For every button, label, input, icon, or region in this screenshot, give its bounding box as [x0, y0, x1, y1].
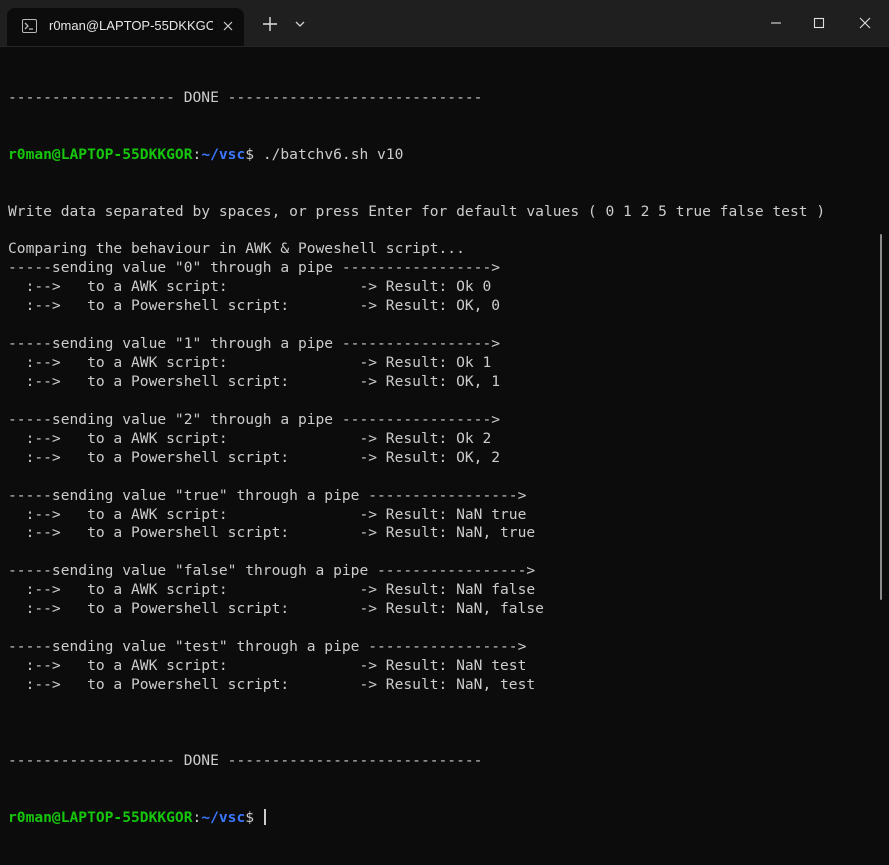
terminal-tab[interactable]: r0man@LAPTOP-55DKKGOR: ~	[7, 8, 244, 46]
output-line: :--> to a AWK script: -> Result: NaN tes…	[8, 657, 527, 674]
output-line: :--> to a Powershell script: -> Result: …	[8, 448, 501, 466]
prompt-path: ~/vsc	[201, 145, 246, 163]
terminal-output[interactable]: ------------------- DONE ---------------…	[8, 51, 870, 826]
plus-icon[interactable]	[260, 14, 280, 34]
scrollbar[interactable]	[880, 234, 882, 600]
prompt-symbol: $	[245, 145, 263, 163]
output-line: -----sending value "false" through a pip…	[8, 562, 536, 580]
output-line: -----sending value "1" through a pipe --…	[8, 335, 501, 353]
close-icon[interactable]	[854, 12, 876, 34]
output-line: :--> to a Powershell script: -> Result: …	[8, 372, 501, 390]
output-line: -----sending value "2" through a pipe --…	[8, 410, 501, 428]
done-line: ------------------- DONE ---------------…	[8, 88, 483, 106]
output-lines: Write data separated by spaces, or press…	[8, 203, 870, 714]
output-line: Comparing the behaviour in AWK & Poweshe…	[8, 240, 465, 258]
output-line: :--> to a AWK script: -> Result: Ok 2	[8, 429, 492, 447]
command-line: r0man@LAPTOP-55DKKGOR:~/vsc$ ./batchv6.s…	[8, 146, 870, 165]
current-prompt: r0man@LAPTOP-55DKKGOR:~/vsc$	[8, 808, 870, 828]
terminal-window: r0man@LAPTOP-55DKKGOR: ~ ---------------…	[0, 0, 889, 826]
output-line: -----sending value "test" through a pipe…	[8, 638, 527, 656]
prompt-user: r0man@LAPTOP-55DKKGOR	[8, 808, 193, 826]
output-line: :--> to a AWK script: -> Result: NaN tru…	[8, 505, 527, 523]
output-line: :--> to a Powershell script: -> Result: …	[8, 675, 536, 693]
prompt-separator: :	[192, 145, 202, 163]
chevron-down-icon[interactable]	[292, 16, 308, 32]
title-bar: r0man@LAPTOP-55DKKGOR: ~	[0, 0, 889, 47]
prompt-path: ~/vsc	[201, 808, 246, 826]
prompt-user: r0man@LAPTOP-55DKKGOR	[8, 145, 193, 163]
output-line: :--> to a Powershell script: -> Result: …	[8, 297, 501, 315]
output-line: Write data separated by spaces, or press…	[8, 202, 826, 220]
close-icon[interactable]	[219, 17, 237, 35]
prompt-symbol: $	[245, 808, 263, 826]
prompt-separator: :	[192, 808, 202, 826]
minimize-icon[interactable]	[765, 12, 787, 34]
output-line: :--> to a Powershell script: -> Result: …	[8, 524, 536, 542]
output-line: :--> to a Powershell script: -> Result: …	[8, 600, 544, 618]
output-line: :--> to a AWK script: -> Result: Ok 1	[8, 354, 492, 371]
terminal-icon	[22, 19, 37, 33]
command-text: ./batchv6.sh v10	[262, 145, 404, 163]
done-line: ------------------- DONE ---------------…	[8, 751, 483, 769]
output-line: :--> to a AWK script: -> Result: NaN fal…	[8, 581, 536, 599]
text-cursor	[263, 808, 266, 825]
tab-title: r0man@LAPTOP-55DKKGOR: ~	[49, 18, 213, 33]
maximize-icon[interactable]	[808, 12, 830, 34]
output-line: -----sending value "true" through a pipe…	[8, 486, 527, 504]
output-line: -----sending value "0" through a pipe --…	[8, 259, 501, 277]
output-line: :--> to a AWK script: -> Result: Ok 0	[8, 278, 492, 296]
